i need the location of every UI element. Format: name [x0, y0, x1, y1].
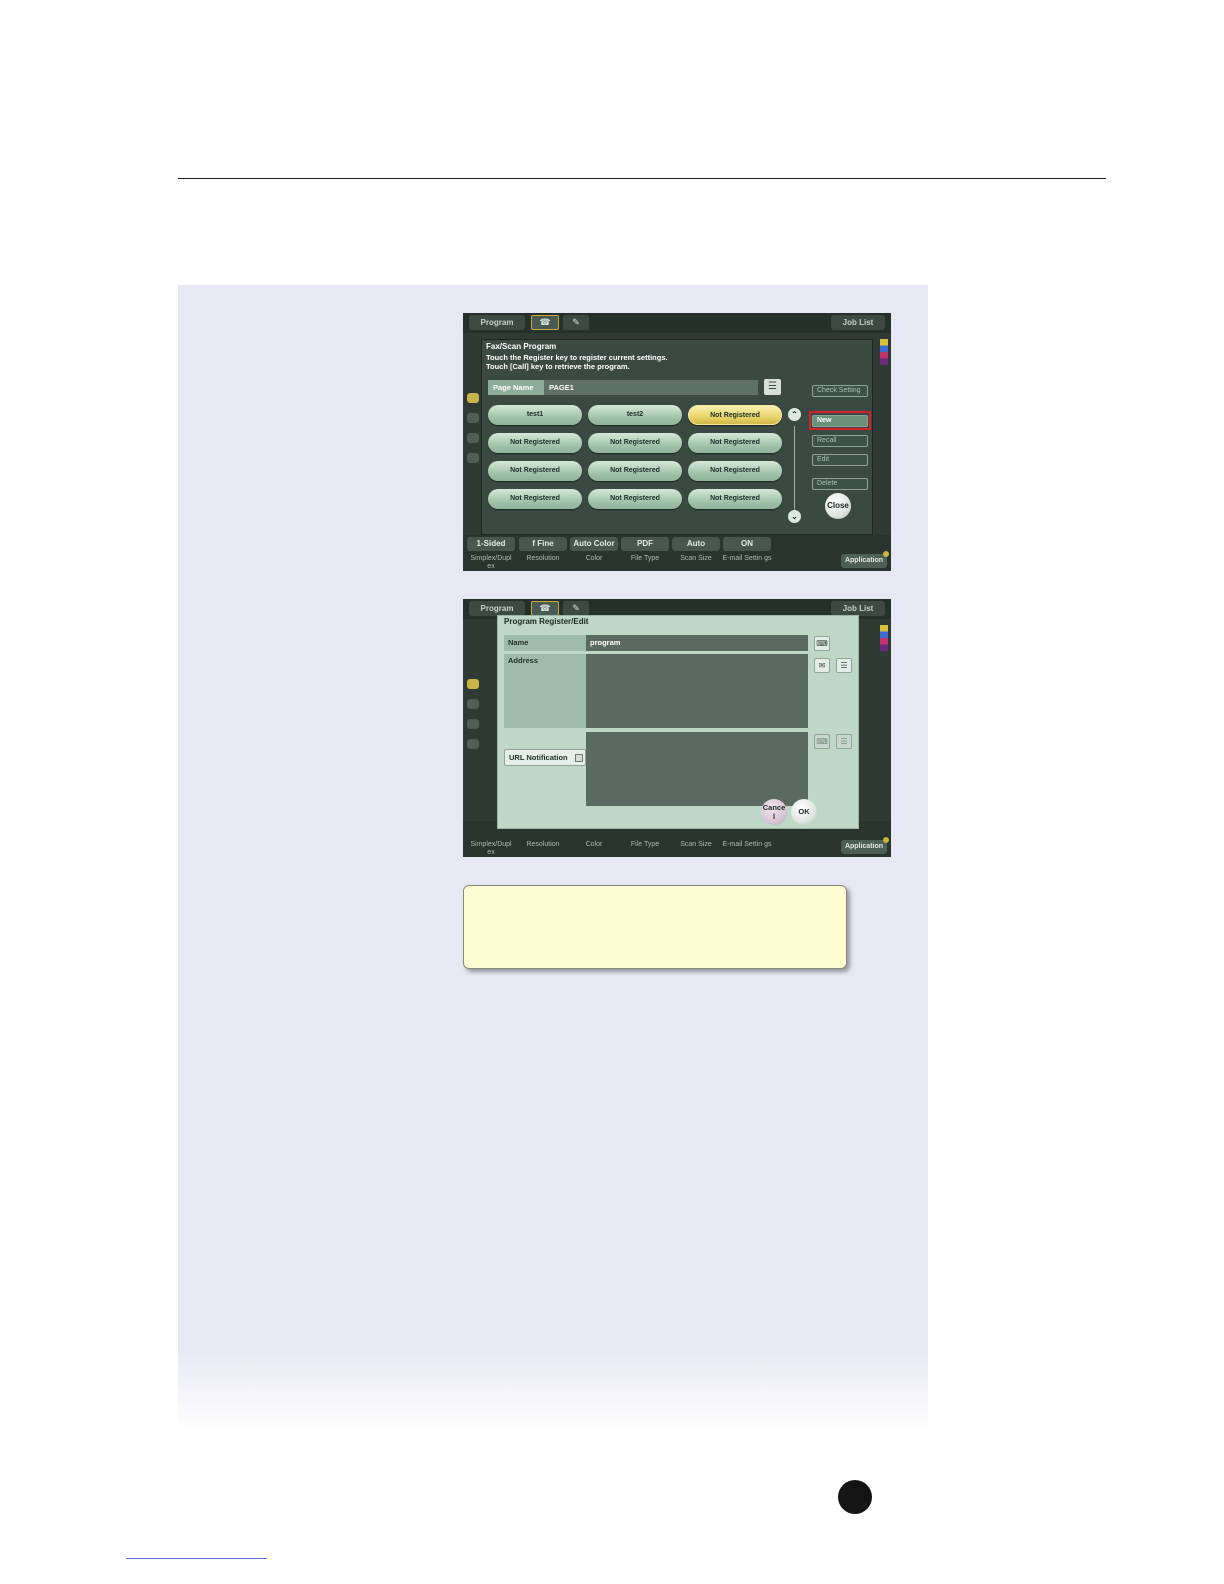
background-stub	[467, 413, 479, 423]
simplex-label: Simplex/Dupl ex	[470, 841, 512, 856]
fax-icon[interactable]: ☎	[531, 601, 559, 616]
program-button[interactable]: Not Registered	[688, 461, 782, 481]
recall-button[interactable]: Recall	[812, 435, 868, 447]
program-button[interactable]: test1	[488, 405, 582, 425]
edit-button[interactable]: Edit	[812, 454, 868, 466]
keyboard-icon[interactable]: ⌨	[814, 636, 830, 651]
close-button[interactable]: Close	[825, 493, 851, 519]
background-stub	[467, 433, 479, 443]
cancel-button[interactable]: Cance l	[761, 799, 787, 825]
note-box	[463, 885, 847, 969]
color-button[interactable]: Auto Color	[570, 537, 618, 551]
program-button[interactable]: Not Registered	[588, 489, 682, 509]
delete-button[interactable]: Delete	[812, 478, 868, 490]
resolution-button[interactable]: f Fine	[519, 537, 567, 551]
instruction-line: Touch the Register key to register curre…	[486, 353, 668, 362]
program-button[interactable]: Not Registered	[588, 461, 682, 481]
program-button-selected[interactable]: Not Registered	[688, 405, 782, 425]
simplex-button[interactable]: 1-Sided	[467, 537, 515, 551]
email-settings-label: E-mail Settin gs	[722, 555, 772, 562]
dialog-title: Fax/Scan Program	[486, 342, 557, 351]
keyboard-icon[interactable]: ⌨	[814, 734, 830, 749]
address-book-icon[interactable]: ✉	[814, 658, 830, 673]
background-stub	[467, 453, 479, 463]
scan-size-label: Scan Size	[680, 555, 712, 562]
status-dot	[883, 551, 889, 557]
toner-level-icon	[880, 339, 888, 365]
color-label: Color	[585, 555, 603, 562]
check-setting-button[interactable]: Check Setting	[812, 385, 868, 397]
resolution-label: Resolution	[526, 555, 560, 562]
page-name-label: Page Name	[488, 380, 544, 395]
background-stub	[467, 679, 479, 689]
program-button[interactable]: Not Registered	[488, 489, 582, 509]
footer-link-underline	[126, 1558, 267, 1559]
scroll-down-icon[interactable]: ⌄	[788, 510, 801, 523]
file-type-label: File Type	[630, 841, 660, 848]
program-button[interactable]: Not Registered	[588, 433, 682, 453]
simplex-label: Simplex/Dupl ex	[470, 555, 512, 570]
application-button[interactable]: Application	[841, 554, 887, 568]
email-settings-label: E-mail Settin gs	[722, 841, 772, 848]
scrollbar[interactable]	[794, 426, 795, 516]
page-name-field[interactable]: PAGE1	[544, 380, 758, 395]
url-notification-label: URL Notification	[509, 753, 568, 762]
url-notification-field[interactable]	[586, 732, 808, 806]
toner-level-icon	[880, 625, 888, 651]
fax-scan-program-dialog: Fax/Scan Program Touch the Register key …	[481, 339, 873, 535]
email-settings-button[interactable]: ON	[723, 537, 771, 551]
background-stub	[467, 393, 479, 403]
job-list-tab[interactable]: Job List	[831, 601, 885, 616]
color-label: Color	[585, 841, 603, 848]
list-icon[interactable]: ☰	[836, 734, 852, 749]
function-bar: 1-Sided f Fine Auto Color PDF Auto ON Si…	[463, 535, 891, 571]
program-button[interactable]: Not Registered	[688, 489, 782, 509]
resolution-label: Resolution	[526, 841, 560, 848]
program-button[interactable]: test2	[588, 405, 682, 425]
background-stub	[467, 739, 479, 749]
address-field[interactable]	[586, 654, 808, 728]
ok-button[interactable]: OK	[791, 799, 817, 825]
program-button[interactable]: Not Registered	[688, 433, 782, 453]
program-tab[interactable]: Program	[469, 601, 525, 616]
program-button[interactable]: Not Registered	[488, 461, 582, 481]
checkbox-icon[interactable]	[575, 754, 583, 762]
scan-size-label: Scan Size	[680, 841, 712, 848]
program-register-edit-screenshot: Program ☎ ✎ Job List Simplex/Dupl ex Res…	[463, 599, 891, 857]
scan-icon[interactable]: ✎	[563, 315, 589, 330]
page-number-marker	[838, 1480, 872, 1514]
dialog-title: Program Register/Edit	[504, 617, 589, 626]
background-stub	[467, 719, 479, 729]
scroll-up-icon[interactable]: ⌃	[788, 408, 801, 421]
fax-icon[interactable]: ☎	[531, 315, 559, 330]
list-icon[interactable]: ☰	[836, 658, 852, 673]
scan-icon[interactable]: ✎	[563, 601, 589, 616]
fax-scan-program-screenshot: Program ☎ ✎ Job List 1-Sided f Fine Auto…	[463, 313, 891, 571]
address-label: Address	[504, 654, 586, 728]
program-tab[interactable]: Program	[469, 315, 525, 330]
program-register-edit-dialog: Program Register/Edit Name program ⌨ Add…	[497, 615, 859, 829]
instruction-line: Touch [Call] key to retrieve the program…	[486, 362, 630, 371]
header-rule	[178, 178, 1106, 179]
application-button[interactable]: Application	[841, 840, 887, 854]
top-bar: Program ☎ ✎ Job List	[463, 313, 891, 333]
program-button[interactable]: Not Registered	[488, 433, 582, 453]
name-label: Name	[504, 635, 586, 651]
job-list-tab[interactable]: Job List	[831, 315, 885, 330]
file-type-label: File Type	[630, 555, 660, 562]
name-field[interactable]: program	[586, 635, 808, 651]
new-button-highlight	[809, 411, 871, 430]
url-notification-toggle[interactable]: URL Notification	[504, 749, 586, 766]
scan-size-button[interactable]: Auto	[672, 537, 720, 551]
file-type-button[interactable]: PDF	[621, 537, 669, 551]
dialog-instructions: Touch the Register key to register curre…	[486, 353, 668, 371]
status-dot	[883, 837, 889, 843]
background-stub	[467, 699, 479, 709]
list-icon[interactable]: ☰	[764, 379, 781, 395]
